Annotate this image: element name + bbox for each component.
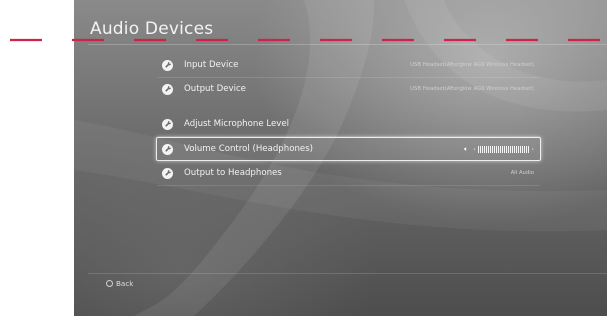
wrench-icon: [162, 167, 173, 179]
footer-divider: [88, 273, 607, 274]
volume-bar: [511, 145, 513, 153]
wrench-icon: [162, 143, 173, 155]
volume-bar: [483, 145, 485, 153]
volume-increase-arrow[interactable]: ›: [532, 146, 534, 153]
page-title: Audio Devices: [90, 19, 214, 39]
volume-bar: [519, 145, 521, 153]
volume-bar: [507, 145, 509, 153]
volume-bar: [521, 145, 523, 153]
volume-bar: [503, 145, 505, 153]
menu-item-value: USB Headset(Afterglow AG9 Wireless Heads…: [410, 62, 534, 68]
back-button[interactable]: Back: [106, 279, 133, 288]
wrench-icon: [162, 118, 173, 130]
circle-button-icon: [106, 280, 113, 287]
volume-bar: [515, 145, 517, 153]
volume-bar: [489, 145, 491, 153]
volume-bar: [525, 145, 527, 153]
speaker-icon: 🔈︎: [463, 144, 469, 153]
menu-item-label: Adjust Microphone Level: [184, 119, 290, 129]
menu-item-adjust-microphone-level[interactable]: Adjust Microphone Level: [157, 113, 540, 137]
volume-bar: [509, 145, 511, 153]
wrench-icon: [162, 59, 173, 71]
volume-bar: [481, 145, 483, 153]
back-label: Back: [116, 279, 134, 288]
volume-bar: [495, 145, 497, 153]
menu-item-label: Volume Control (Headphones): [184, 144, 314, 154]
menu-item-label: Output to Headphones: [184, 168, 282, 178]
volume-bar: [491, 145, 493, 153]
volume-bar: [487, 145, 489, 153]
volume-bar: [523, 145, 525, 153]
menu-item-label: Input Device: [184, 60, 239, 70]
menu-item-label: Output Device: [184, 84, 246, 94]
volume-slider[interactable]: 🔈︎ ‹ ›: [464, 145, 536, 154]
menu-item-output-to-headphones[interactable]: Output to Headphones All Audio: [157, 162, 540, 186]
menu-item-volume-control-headphones[interactable]: Volume Control (Headphones) 🔈︎ ‹ ›: [156, 137, 541, 161]
wrench-icon: [162, 83, 173, 95]
volume-bar: [499, 145, 501, 153]
volume-bar: [485, 145, 487, 153]
menu-item-output-device[interactable]: Output Device USB Headset(Afterglow AG9 …: [157, 78, 540, 100]
volume-bar: [493, 145, 495, 153]
menu-item-value: USB Headset(Afterglow AG9 Wireless Heads…: [410, 86, 534, 92]
title-divider: [88, 44, 607, 45]
menu-item-value: All Audio: [510, 170, 534, 176]
volume-bar: [479, 145, 481, 153]
volume-bar: [497, 145, 499, 153]
volume-bar: [501, 145, 503, 153]
volume-bar: [477, 145, 479, 153]
volume-bar: [527, 145, 529, 153]
volume-bar: [513, 145, 515, 153]
volume-level-bars: [477, 145, 530, 153]
row-divider: [157, 185, 540, 186]
audio-devices-screen: Audio Devices Input Device USB Headset(A…: [74, 0, 607, 316]
volume-bar: [517, 145, 519, 153]
volume-bar: [505, 145, 507, 153]
volume-decrease-arrow[interactable]: ‹: [473, 146, 475, 153]
menu-item-input-device[interactable]: Input Device USB Headset(Afterglow AG9 W…: [157, 54, 540, 78]
